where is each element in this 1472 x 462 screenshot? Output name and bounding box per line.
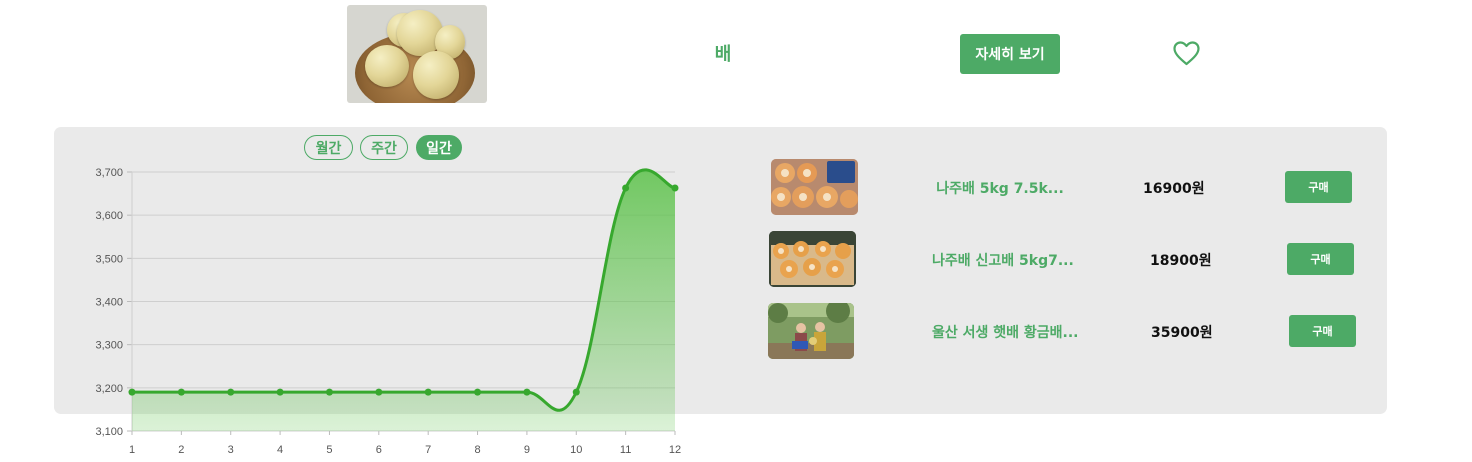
buy-button[interactable]: 구매 [1289, 315, 1356, 347]
buy-button[interactable]: 구매 [1287, 243, 1354, 275]
y-tick-label: 3,600 [95, 210, 123, 222]
item-price: 16900원 [1143, 181, 1205, 197]
x-tick-label: 7 [425, 444, 431, 456]
data-point[interactable] [128, 388, 136, 396]
y-tick-label: 3,200 [95, 383, 123, 395]
x-tick-label: 5 [326, 444, 332, 456]
item-title[interactable]: 울산 서생 햇배 황금배... [932, 322, 1079, 342]
x-tick-label: 10 [570, 444, 582, 456]
buy-button[interactable]: 구매 [1285, 171, 1352, 203]
product-name: 배 [714, 44, 732, 65]
heart-icon[interactable] [1173, 41, 1200, 66]
x-tick-label: 9 [524, 444, 530, 456]
data-point[interactable] [572, 388, 580, 396]
data-point[interactable] [474, 388, 482, 396]
y-tick-label: 3,300 [95, 340, 123, 352]
item-price: 35900원 [1151, 325, 1213, 341]
x-tick-label: 8 [474, 444, 480, 456]
data-point[interactable] [424, 388, 432, 396]
product-thumbnail[interactable] [768, 303, 854, 359]
price-chart: 3,1003,2003,3003,4003,5003,6003,700 1234… [95, 167, 681, 456]
pear-tray-icon [769, 231, 856, 287]
x-tick-label: 4 [277, 444, 283, 456]
data-point[interactable] [523, 388, 531, 396]
data-point[interactable] [227, 388, 235, 396]
y-tick-label: 3,100 [95, 426, 123, 438]
x-tick-label: 1 [129, 444, 135, 456]
orchard-farmers-icon [768, 303, 854, 359]
data-point[interactable] [671, 184, 679, 192]
x-tick-label: 12 [669, 444, 681, 456]
detail-button[interactable]: 자세히 보기 [960, 34, 1060, 74]
data-point[interactable] [177, 388, 185, 396]
data-point[interactable] [622, 184, 630, 192]
x-tick-label: 3 [228, 444, 234, 456]
pear-gift-box-icon [771, 159, 858, 215]
y-tick-label: 3,400 [95, 297, 123, 309]
product-thumbnail[interactable] [771, 159, 858, 215]
data-point[interactable] [375, 388, 383, 396]
item-price: 18900원 [1150, 253, 1212, 269]
y-tick-label: 3,500 [95, 253, 123, 265]
x-tick-label: 11 [620, 444, 631, 456]
product-thumbnail[interactable] [769, 231, 856, 287]
item-title[interactable]: 나주배 5kg 7.5k... [930, 178, 1070, 198]
data-point[interactable] [276, 388, 284, 396]
item-title[interactable]: 나주배 신고배 5kg7... [932, 250, 1074, 270]
x-tick-label: 2 [178, 444, 184, 456]
x-tick-label: 6 [376, 444, 382, 456]
data-point[interactable] [325, 388, 333, 396]
y-tick-label: 3,700 [95, 167, 123, 179]
